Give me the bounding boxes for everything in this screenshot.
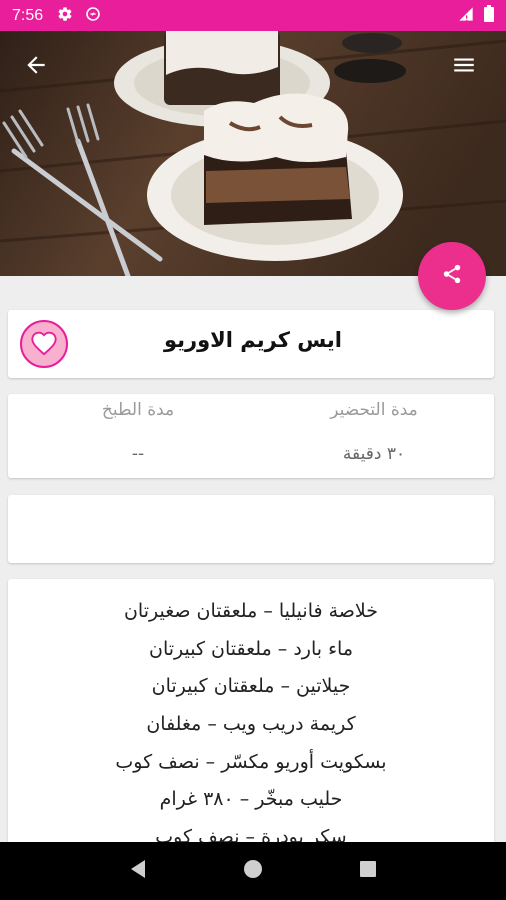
battery-icon (484, 5, 494, 26)
triangle-back-icon (129, 859, 147, 883)
prep-time: مدة التحضير ٣٠ دقيقة (274, 394, 474, 478)
ingredient-item: خلاصة فانيليا – ملعقتان صغيرتان (123, 600, 379, 622)
ingredient-item: ماء بارد – ملعقتان كبيرتان (148, 637, 354, 660)
status-time: 7:56 (12, 6, 44, 24)
ingredient-item: بسكويت أوريو مكسّر – نصف كوب (115, 750, 387, 773)
sync-icon (85, 6, 101, 26)
prep-time-value: ٣٠ دقيقة (342, 444, 406, 464)
recipe-title-card: ايس كريم الاوريو (8, 310, 494, 378)
ingredients-card: خلاصة فانيليا – ملعقتان صغيرتان ماء بارد… (8, 579, 494, 879)
nav-recents-button[interactable] (348, 851, 388, 891)
heart-icon (30, 329, 58, 359)
recipe-title: ايس كريم الاوريو (163, 328, 342, 352)
arrow-left-icon (23, 52, 49, 82)
back-button[interactable] (16, 47, 56, 87)
prep-time-label: مدة التحضير (330, 400, 418, 420)
ingredient-item: كريمة دريب ويب – مغلفان (146, 713, 356, 736)
ingredient-item: حليب مبخّر – ٣٨٠ غرام (159, 788, 343, 811)
status-bar: 7:56 (0, 0, 506, 31)
share-button[interactable] (418, 242, 486, 310)
favorite-button[interactable] (20, 320, 68, 368)
recipe-time-card: مدة التحضير ٣٠ دقيقة مدة الطبخ -- (8, 394, 494, 478)
circle-home-icon (243, 859, 263, 883)
settings-icon (57, 6, 73, 26)
nav-home-button[interactable] (233, 851, 273, 891)
square-recents-icon (359, 860, 377, 882)
recipe-hero-image (0, 31, 506, 276)
menu-button[interactable] (444, 47, 484, 87)
system-nav-bar (0, 842, 506, 900)
hero-illustration (0, 31, 506, 276)
ingredient-item: جيلاتين – ملعقتان كبيرتان (151, 675, 351, 698)
nav-back-button[interactable] (118, 851, 158, 891)
cook-time-label: مدة الطبخ (101, 400, 175, 420)
cook-time-value: -- (131, 444, 145, 464)
empty-card (8, 495, 494, 563)
ingredients-list: خلاصة فانيليا – ملعقتان صغيرتان ماء بارد… (8, 579, 494, 857)
cook-time: مدة الطبخ -- (38, 394, 238, 478)
hamburger-menu-icon (451, 52, 477, 82)
share-icon (441, 263, 463, 289)
signal-icon (458, 6, 474, 26)
